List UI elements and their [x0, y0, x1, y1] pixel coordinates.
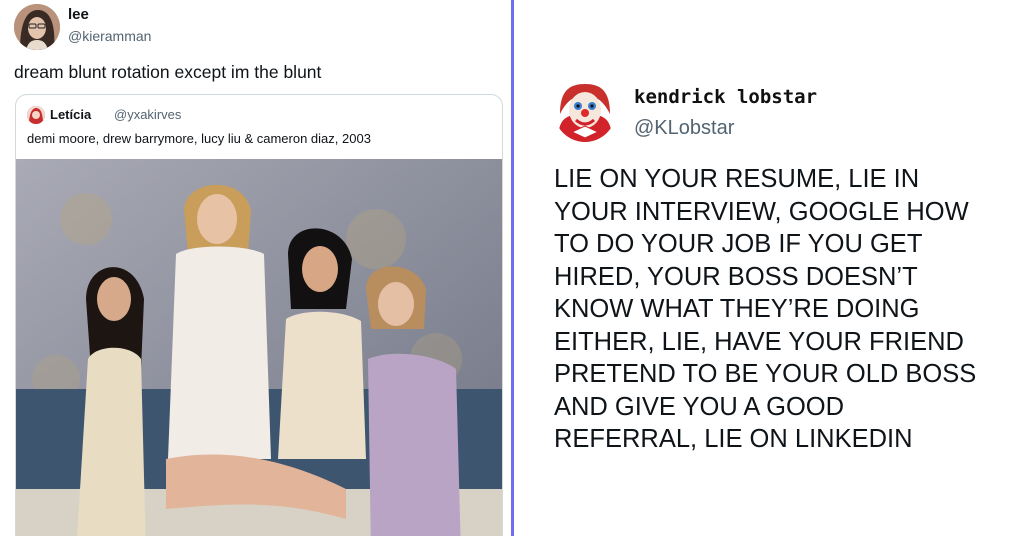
- tweet-text-line: LIE ON YOUR RESUME, LIE IN: [554, 165, 920, 193]
- quoted-tweet-card[interactable]: Letícia @yxakirves demi moore, drew barr…: [15, 94, 503, 536]
- user-avatar-icon[interactable]: [27, 106, 45, 124]
- author-name[interactable]: lee: [68, 6, 89, 23]
- left-tweet-panel: lee @kieramman dream blunt rotation exce…: [0, 0, 511, 536]
- author-name[interactable]: kendrick lobstar: [634, 86, 817, 108]
- quoted-author-handle[interactable]: @yxakirves: [114, 107, 181, 122]
- tweet-text-line: AND GIVE YOU A GOOD: [554, 392, 845, 421]
- group-photo[interactable]: [16, 159, 502, 536]
- tweet-text-line: HIRED, YOUR BOSS DOESN’T: [554, 262, 918, 291]
- tweet-text-line: REFERRAL, LIE ON LINKEDIN: [554, 425, 913, 453]
- tweet-text-line: KNOW WHAT THEY’RE DOING: [554, 295, 920, 323]
- tweet-text-line: PRETEND TO BE YOUR OLD BOSS: [554, 360, 977, 388]
- right-tweet-panel: kendrick lobstar @KLobstar LIE ON YOUR R…: [514, 0, 1024, 536]
- tweet-text: LIE ON YOUR RESUME, LIE IN YOUR INTERVIE…: [554, 163, 1014, 456]
- tweet-text-line: EITHER, LIE, HAVE YOUR FRIEND: [554, 327, 964, 356]
- clown-avatar-icon[interactable]: [554, 80, 616, 142]
- tweet-text: dream blunt rotation except im the blunt: [14, 62, 322, 82]
- user-avatar-icon[interactable]: [14, 4, 60, 50]
- tweet-text-line: YOUR INTERVIEW, GOOGLE HOW: [554, 197, 969, 226]
- quoted-author-name[interactable]: Letícia: [50, 107, 91, 122]
- tweet-text-line: TO DO YOUR JOB IF YOU GET: [554, 230, 923, 258]
- author-handle[interactable]: @KLobstar: [634, 117, 734, 140]
- author-handle[interactable]: @kieramman: [68, 28, 151, 44]
- quoted-tweet-text: demi moore, drew barrymore, lucy liu & c…: [27, 131, 371, 146]
